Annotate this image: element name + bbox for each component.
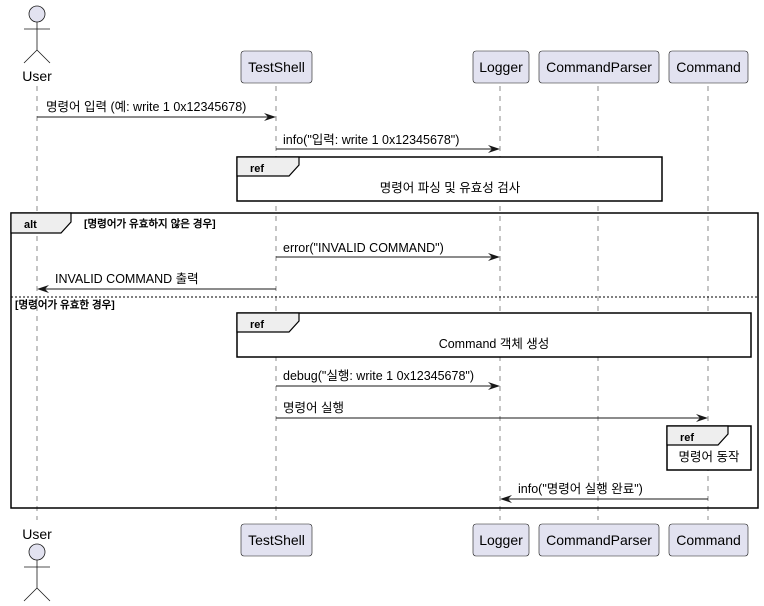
frame-tag [10,212,72,234]
participant-logger-top[interactable]: Logger [472,50,530,84]
participant-logger-bottom[interactable]: Logger [472,523,530,557]
frame-tag [236,312,300,333]
participant-parser-top[interactable]: CommandParser [538,50,660,84]
ref-text: 명령어 동작 [679,450,740,464]
actor-user-bottom[interactable]: User [22,526,52,602]
participant-label: TestShell [248,532,305,548]
actor-head-icon [28,543,46,561]
lifelines [36,86,709,520]
participant-label: TestShell [248,59,305,75]
sequence-diagram: User TestShell Logger CommandParser Comm… [10,5,759,602]
frame-tag-label: ref [680,432,694,444]
alt-guard-invalid: [명령어가 유효하지 않은 경우] [84,217,216,230]
ref-frame-command-action: ref 명령어 동작 [666,425,752,471]
participant-label: Logger [479,532,523,548]
ref-text: 명령어 파싱 및 유효성 검사 [380,181,521,195]
participant-parser-bottom[interactable]: CommandParser [538,523,660,557]
participant-label: Command [676,59,741,75]
message-testshell-to-command: 명령어 실행 [276,400,708,422]
message-testshell-to-logger-error: error("INVALID COMMAND") [276,241,500,261]
ref-text: Command 객체 생성 [439,337,550,351]
participant-label: User [22,68,52,84]
participant-label: CommandParser [546,532,652,548]
participant-testshell-bottom[interactable]: TestShell [240,523,313,557]
participant-label: Logger [479,59,523,75]
message-user-to-testshell: 명령어 입력 (예: write 1 0x12345678) [37,100,276,121]
message-label: 명령어 실행 [283,400,344,415]
participant-command-bottom[interactable]: Command [668,523,749,557]
message-label: info("명령어 실행 완료") [518,481,643,496]
actor-head-icon [28,5,46,23]
message-testshell-to-logger-debug: debug("실행: write 1 0x12345678") [276,368,500,390]
participant-label: CommandParser [546,59,652,75]
frame-tag-label: alt [24,219,37,231]
ref-frame-create-command: ref Command 객체 생성 [236,312,752,358]
participant-label: Command [676,532,741,548]
message-label: error("INVALID COMMAND") [283,241,444,255]
frame-tag-label: ref [250,163,264,175]
message-label: 명령어 입력 (예: write 1 0x12345678) [46,100,246,114]
message-label: INVALID COMMAND 출력 [55,272,199,286]
participant-command-top[interactable]: Command [668,50,749,84]
message-testshell-to-logger-info: info("입력: write 1 0x12345678") [276,133,500,153]
alt-guard-valid: [명령어가 유효한 경우] [15,298,115,311]
actor-user-top[interactable]: User [22,5,52,84]
message-command-to-logger-info: info("명령어 실행 완료") [500,481,708,503]
participant-testshell-top[interactable]: TestShell [240,50,313,84]
participant-label: User [22,526,52,542]
message-label: info("입력: write 1 0x12345678") [283,133,459,147]
frame-tag [666,425,729,446]
ref-frame-parsing: ref 명령어 파싱 및 유효성 검사 [236,156,663,202]
frame-tag-label: ref [250,319,264,331]
frame-tag [236,156,300,177]
message-label: debug("실행: write 1 0x12345678") [283,368,474,383]
message-testshell-to-user: INVALID COMMAND 출력 [37,272,276,293]
